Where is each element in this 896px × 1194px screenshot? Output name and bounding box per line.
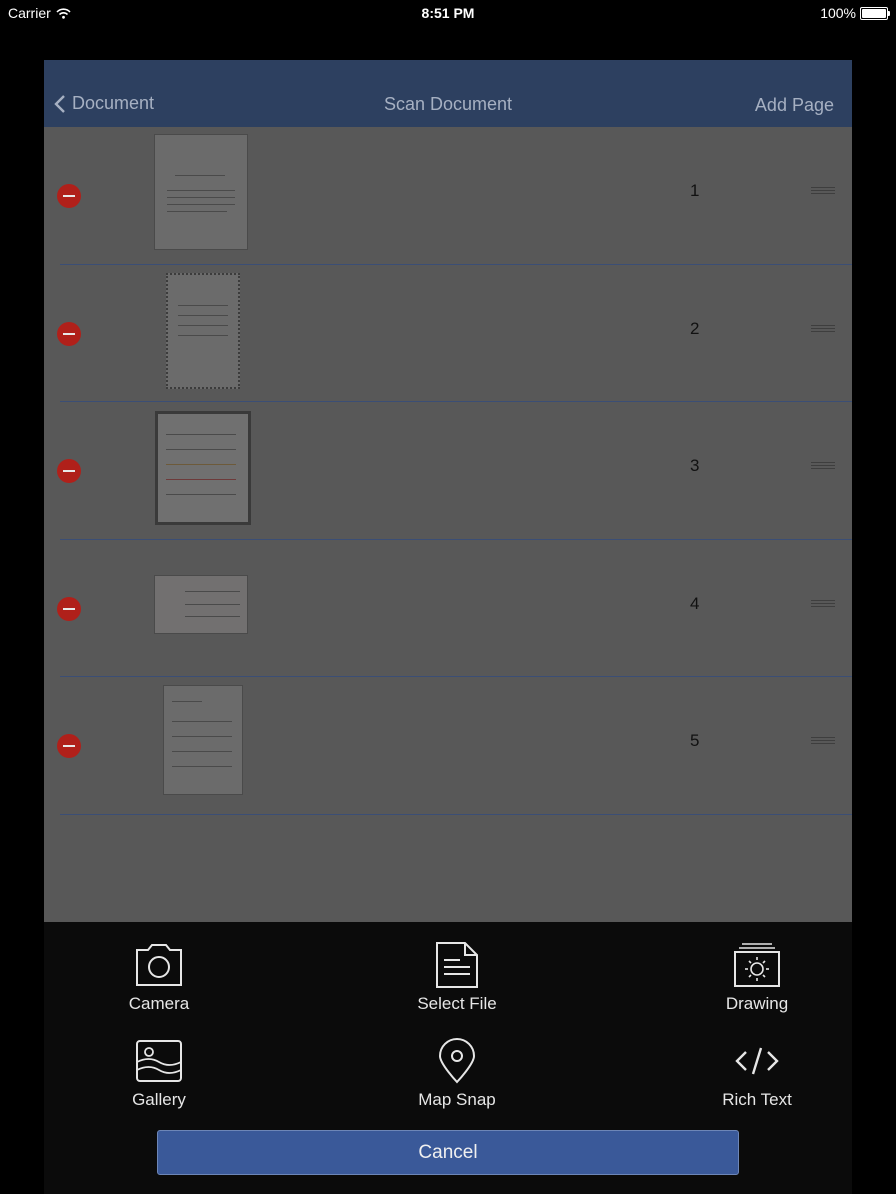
battery-status: 100% bbox=[820, 5, 890, 21]
page-thumbnail bbox=[154, 134, 248, 250]
map-snap-label: Map Snap bbox=[418, 1090, 496, 1109]
page-number: 1 bbox=[690, 181, 700, 200]
delete-page-button[interactable] bbox=[57, 459, 81, 483]
drawing-button[interactable]: Drawing bbox=[657, 942, 857, 1014]
code-icon bbox=[735, 1047, 779, 1075]
camera-button[interactable]: Camera bbox=[59, 942, 259, 1014]
delete-page-button[interactable] bbox=[57, 596, 81, 621]
add-page-button[interactable]: Add Page bbox=[755, 95, 834, 116]
page-row[interactable]: 4 bbox=[57, 540, 852, 677]
camera-icon bbox=[136, 944, 182, 986]
rich-text-label: Rich Text bbox=[722, 1090, 792, 1109]
drag-handle-icon[interactable] bbox=[811, 599, 835, 609]
delete-page-button[interactable] bbox=[57, 184, 81, 208]
select-file-label: Select File bbox=[417, 994, 497, 1013]
page-title: Scan Document bbox=[383, 94, 513, 114]
drawing-icon bbox=[734, 943, 780, 987]
page-row[interactable]: 2 bbox=[57, 265, 852, 402]
page-thumbnail bbox=[166, 272, 240, 389]
gallery-button[interactable]: Gallery bbox=[59, 1038, 259, 1110]
camera-label: Camera bbox=[128, 994, 190, 1013]
drag-handle-icon[interactable] bbox=[811, 462, 835, 471]
page-number: 3 bbox=[690, 456, 700, 475]
gallery-icon bbox=[136, 1040, 182, 1082]
delete-page-button[interactable] bbox=[57, 321, 81, 346]
drag-handle-icon[interactable] bbox=[811, 187, 835, 196]
page-number: 2 bbox=[690, 318, 700, 338]
page-number: 5 bbox=[690, 731, 700, 750]
map-snap-button[interactable]: Map Snap bbox=[357, 1038, 557, 1110]
status-bar: Carrier 8:51 PM 100% bbox=[0, 0, 896, 26]
page-number: 4 bbox=[690, 593, 700, 613]
select-file-button[interactable]: Select File bbox=[357, 942, 557, 1014]
battery-icon bbox=[860, 6, 890, 20]
drag-handle-icon[interactable] bbox=[811, 324, 835, 334]
nav-bar: Document Scan Document Add Page bbox=[44, 60, 852, 127]
drag-handle-icon[interactable] bbox=[811, 737, 835, 746]
drawing-label: Drawing bbox=[725, 994, 789, 1013]
battery-percent: 100% bbox=[820, 5, 856, 21]
page-thumbnail bbox=[154, 574, 248, 634]
file-icon bbox=[436, 942, 478, 988]
page-row[interactable]: 1 bbox=[57, 127, 852, 265]
page-row[interactable]: 3 bbox=[57, 402, 852, 540]
status-time: 8:51 PM bbox=[421, 5, 475, 21]
gallery-label: Gallery bbox=[132, 1090, 186, 1109]
cancel-button[interactable]: Cancel bbox=[157, 1130, 739, 1175]
page-list: 1 2 3 4 5 bbox=[44, 127, 852, 815]
page-row[interactable]: 5 bbox=[57, 677, 852, 815]
page-thumbnail bbox=[155, 411, 251, 525]
rich-text-button[interactable]: Rich Text bbox=[657, 1038, 857, 1110]
map-pin-icon bbox=[438, 1038, 476, 1084]
page-thumbnail bbox=[163, 685, 243, 795]
delete-page-button[interactable] bbox=[57, 734, 81, 758]
